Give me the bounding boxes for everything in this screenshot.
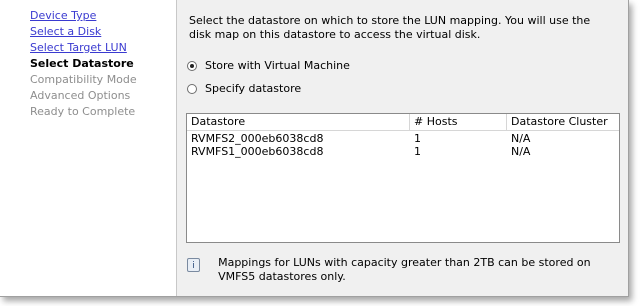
cell-hosts: 1 [414,132,421,145]
step-advanced-options: Advanced Options [30,89,131,102]
main-content: Select the datastore on which to store t… [177,0,628,296]
table-header: Datastore # Hosts Datastore Cluster [187,114,619,131]
store-with-vm-option[interactable]: Store with Virtual Machine [187,58,350,74]
cell-hosts: 1 [414,145,421,158]
step-device-type[interactable]: Device Type [30,9,96,22]
step-select-a-disk[interactable]: Select a Disk [30,25,101,38]
specify-datastore-radio[interactable] [187,84,197,94]
specify-datastore-label[interactable]: Specify datastore [205,81,301,97]
cell-datastore-cluster: N/A [511,145,531,158]
step-ready-to-complete: Ready to Complete [30,105,136,118]
wizard-steps-list: Device Type Select a Disk Select Target … [0,0,176,120]
instructions-text: Select the datastore on which to store t… [189,14,591,41]
column-header-datastore-cluster[interactable]: Datastore Cluster [507,114,619,130]
capacity-note: i Mappings for LUNs with capacity greate… [187,256,617,284]
cell-datastore-cluster: N/A [511,132,531,145]
step-compatibility-mode: Compatibility Mode [30,73,137,86]
step-select-datastore: Select Datastore [30,57,134,70]
cell-datastore: RVMFS1_000eb6038cd8 [191,145,324,158]
datastore-table: Datastore # Hosts Datastore Cluster RVMF… [186,113,620,243]
cell-datastore: RVMFS2_000eb6038cd8 [191,132,324,145]
column-header-hosts[interactable]: # Hosts [410,114,507,130]
column-header-datastore[interactable]: Datastore [187,114,410,130]
info-icon: i [187,258,201,272]
step-select-target-lun[interactable]: Select Target LUN [30,41,127,54]
store-with-vm-label[interactable]: Store with Virtual Machine [205,58,350,74]
store-with-vm-radio[interactable] [187,61,197,71]
table-row[interactable]: RVMFS1_000eb6038cd8 1 N/A [187,145,619,158]
specify-datastore-option[interactable]: Specify datastore [187,81,301,97]
table-row[interactable]: RVMFS2_000eb6038cd8 1 N/A [187,132,619,145]
wizard-steps-panel: Device Type Select a Disk Select Target … [0,0,177,296]
wizard-window: Device Type Select a Disk Select Target … [0,0,629,297]
note-text: Mappings for LUNs with capacity greater … [218,256,591,283]
